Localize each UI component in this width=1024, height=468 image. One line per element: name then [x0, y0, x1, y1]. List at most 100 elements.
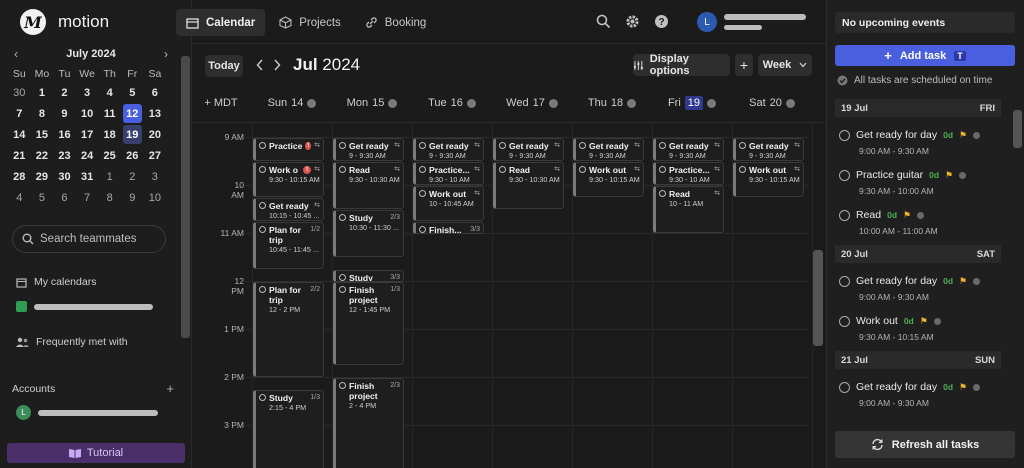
help-icon[interactable]: ? — [654, 14, 669, 29]
calendar-event[interactable]: Practice! ⇆ — [253, 138, 324, 161]
refresh-tasks-button[interactable]: Refresh all tasks — [835, 431, 1015, 458]
checkbox-icon[interactable] — [419, 226, 426, 233]
checkbox-icon[interactable] — [659, 190, 666, 197]
mini-day[interactable]: 21 — [8, 145, 31, 166]
user-menu[interactable]: L — [697, 12, 806, 32]
mini-day[interactable]: 6 — [144, 82, 167, 103]
mini-day[interactable]: 9 — [121, 187, 144, 208]
mini-day[interactable]: 9 — [53, 103, 76, 124]
mini-day[interactable]: 22 — [31, 145, 54, 166]
calendar-event[interactable]: Get ready ⇆ 9 - 9:30 AM — [733, 138, 804, 161]
task-scrollbar[interactable] — [1013, 110, 1022, 148]
mini-day[interactable]: 29 — [31, 166, 54, 187]
calendar-event[interactable]: Practice... ⇆ 9:30 - 10 AM — [653, 162, 724, 185]
calendar-event[interactable]: Work out ⇆ 10 - 10:45 AM — [413, 186, 484, 221]
mini-day[interactable]: 3 — [144, 166, 167, 187]
calendar-event[interactable]: Read ⇆ 9:30 - 10:30 AM — [493, 162, 564, 209]
today-button[interactable]: Today — [205, 55, 243, 77]
checkbox-icon[interactable] — [579, 142, 586, 149]
mini-day[interactable]: 30 — [8, 82, 31, 103]
mini-day[interactable]: 30 — [53, 166, 76, 187]
checkbox-icon[interactable] — [419, 190, 426, 197]
mini-day[interactable]: 2 — [53, 82, 76, 103]
checkbox-icon[interactable] — [339, 142, 346, 149]
mini-day[interactable]: 12 — [121, 103, 144, 124]
mini-day[interactable]: 7 — [76, 187, 99, 208]
calendar-event[interactable]: Get ready ⇆ 10:15 - 10:45 ... — [253, 198, 324, 221]
checkbox-icon[interactable] — [659, 142, 666, 149]
checkbox-icon[interactable] — [259, 202, 266, 209]
task-checkbox[interactable] — [839, 129, 850, 141]
day-header-mon[interactable]: Mon 15 — [332, 92, 412, 114]
week-grid[interactable]: 9 AM 10 AM 11 AM 12 PM 1 PM 2 PM 3 PM Practice!… — [192, 122, 826, 468]
day-header-tue[interactable]: Tue 16 — [412, 92, 492, 114]
day-header-sun[interactable]: Sun 14 — [252, 92, 332, 114]
calendar-event[interactable]: Get ready ⇆ 9 - 9:30 AM — [653, 138, 724, 161]
mini-day[interactable]: 10 — [76, 103, 99, 124]
mini-day[interactable]: 19 — [121, 124, 144, 145]
mini-day[interactable]: 1 — [98, 166, 121, 187]
mini-day[interactable]: 5 — [31, 187, 54, 208]
task-item[interactable]: Get ready for day 0d ⚑ 9:00 AM - 9:30 AM — [839, 381, 999, 408]
gear-icon[interactable] — [625, 14, 640, 29]
calendar-item[interactable] — [16, 301, 153, 312]
mini-day[interactable]: 20 — [144, 124, 167, 145]
search-teammates-input[interactable]: Search teammates — [12, 225, 166, 253]
mini-day[interactable]: 6 — [53, 187, 76, 208]
calendar-event[interactable]: Work o! ⇆ 9:30 - 10:15 AM — [253, 162, 324, 197]
day-header-fri[interactable]: Fri 19 — [652, 92, 732, 114]
mini-day[interactable]: 2 — [121, 166, 144, 187]
frequently-met-header[interactable]: Frequently met with — [16, 336, 128, 348]
calendar-event[interactable]: Get ready ⇆ 9 - 9:30 AM — [493, 138, 564, 161]
mini-day[interactable]: 23 — [53, 145, 76, 166]
mini-day[interactable]: 24 — [76, 145, 99, 166]
calendar-event[interactable]: Plan for trip 1/2 10:45 - 11:45 ... — [253, 222, 324, 269]
checkbox-icon[interactable] — [259, 286, 266, 293]
mini-day[interactable]: 13 — [144, 103, 167, 124]
task-checkbox[interactable] — [839, 275, 850, 287]
mini-day[interactable]: 5 — [121, 82, 144, 103]
mini-day[interactable]: 18 — [98, 124, 121, 145]
checkbox-icon[interactable] — [499, 166, 506, 173]
task-item[interactable]: Read 0d ⚑ 10:00 AM - 11:00 AM — [839, 209, 999, 236]
my-calendars-header[interactable]: My calendars — [16, 276, 96, 288]
checkbox-icon[interactable] — [339, 382, 346, 389]
mini-day[interactable]: 1 — [31, 82, 54, 103]
checkbox-icon[interactable] — [659, 166, 666, 173]
mini-day[interactable]: 3 — [76, 82, 99, 103]
checkbox-icon[interactable] — [339, 214, 346, 221]
day-header-thu[interactable]: Thu 18 — [572, 92, 652, 114]
checkbox-icon[interactable] — [339, 274, 346, 281]
checkbox-icon[interactable] — [579, 166, 586, 173]
checkbox-icon[interactable] — [499, 142, 506, 149]
mini-day[interactable]: 27 — [144, 145, 167, 166]
checkbox-icon[interactable] — [339, 286, 346, 293]
mini-next-month-button[interactable]: › — [158, 47, 174, 61]
mini-day[interactable]: 7 — [8, 103, 31, 124]
mini-day[interactable]: 17 — [76, 124, 99, 145]
calendar-event[interactable]: Plan for trip 2/2 12 - 2 PM — [253, 282, 324, 377]
mini-day[interactable]: 31 — [76, 166, 99, 187]
checkbox-icon[interactable] — [259, 142, 266, 149]
checkbox-icon[interactable] — [339, 166, 346, 173]
calendar-event[interactable]: Get ready ⇆ 9 - 9:30 AM — [573, 138, 644, 161]
mini-day[interactable]: 11 — [98, 103, 121, 124]
mini-day[interactable]: 10 — [144, 187, 167, 208]
tab-projects[interactable]: Projects — [269, 9, 351, 36]
calendar-event[interactable]: Study 1/3 2:15 - 4 PM — [253, 390, 324, 468]
calendar-event[interactable]: Work out ⇆ 9:30 - 10:15 AM — [733, 162, 804, 197]
mini-day[interactable]: 15 — [31, 124, 54, 145]
task-item[interactable]: Get ready for day 0d ⚑ 9:00 AM - 9:30 AM — [839, 129, 999, 156]
chevron-right-icon[interactable] — [273, 59, 281, 71]
checkbox-icon[interactable] — [259, 166, 266, 173]
timezone-label[interactable]: + MDT — [198, 92, 244, 114]
calendar-event[interactable]: Get ready ⇆ 9 - 9:30 AM — [413, 138, 484, 161]
checkbox-icon[interactable] — [259, 226, 266, 233]
checkbox-icon[interactable] — [419, 166, 426, 173]
calendar-event[interactable]: Practice... ⇆ 9:30 - 10 AM — [413, 162, 484, 185]
mini-day[interactable]: 25 — [98, 145, 121, 166]
task-item[interactable]: Get ready for day 0d ⚑ 9:00 AM - 9:30 AM — [839, 275, 999, 302]
tab-booking[interactable]: Booking — [355, 9, 437, 36]
mini-prev-month-button[interactable]: ‹ — [8, 47, 24, 61]
account-item[interactable]: L — [16, 405, 158, 420]
